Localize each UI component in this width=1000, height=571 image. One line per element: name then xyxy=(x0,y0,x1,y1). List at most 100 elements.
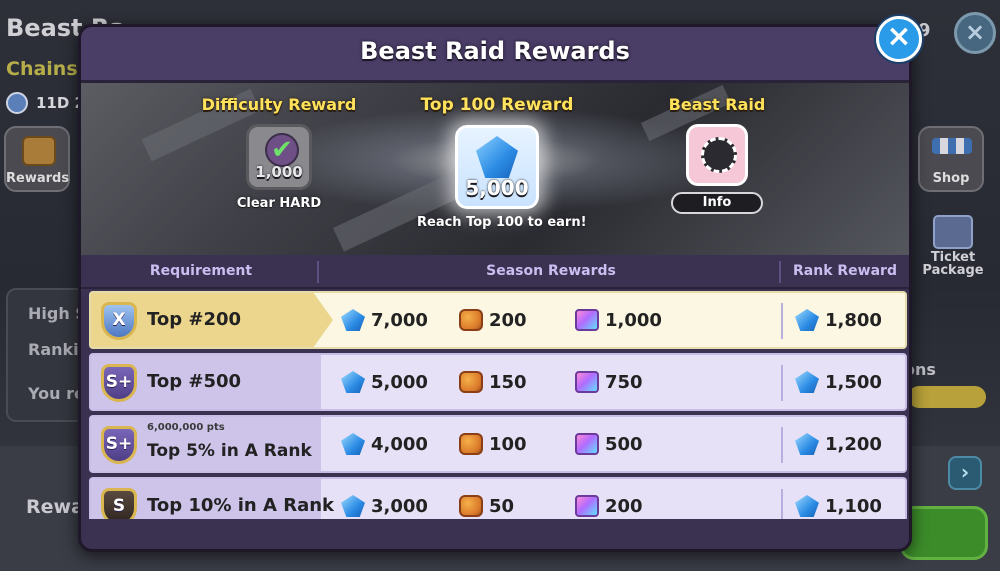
bg-bottom-label: Rewa xyxy=(26,496,84,518)
cookie-amount: 50 xyxy=(489,495,515,517)
header-requirement: Requirement xyxy=(149,263,253,279)
rewards-table-header: Requirement Season Rewards Rank Reward xyxy=(81,255,909,289)
crystal-icon xyxy=(341,371,365,393)
top100-reward-heading: Top 100 Reward xyxy=(420,95,574,115)
rank-divider xyxy=(781,489,783,519)
requirement-label: Top #200 xyxy=(147,309,242,330)
bg-rewards-button[interactable]: Rewards xyxy=(4,126,70,192)
beast-raid-info: Beast Raid Info xyxy=(647,95,787,214)
rewards-table-body[interactable]: X Top #200 7,000 200 1,000 1,800 S+ Top … xyxy=(89,291,907,519)
table-row: S+ 6,000,000 pts Top 5% in A Rank 4,000 … xyxy=(89,415,907,473)
cube-amount: 1,000 xyxy=(605,309,662,331)
rank-badge-icon: X xyxy=(101,302,137,340)
modal-title: Beast Raid Rewards xyxy=(360,37,630,65)
cube-reward: 750 xyxy=(575,371,643,393)
crystal-icon xyxy=(795,309,819,331)
cookie-cutter-icon xyxy=(459,495,483,517)
chest-icon xyxy=(22,136,56,166)
crystal-reward: 4,000 xyxy=(341,433,428,455)
requirement-cell: S Top 10% in A Rank xyxy=(91,479,334,519)
crystal-icon xyxy=(341,495,365,517)
crystal-amount: 3,000 xyxy=(371,495,428,517)
crystal-icon xyxy=(795,495,819,517)
top100-reward-tile: 5,000 xyxy=(455,125,539,209)
requirement-label: Top 10% in A Rank xyxy=(147,495,334,516)
chevron-right-icon[interactable]: › xyxy=(948,456,982,490)
crystal-icon xyxy=(476,136,518,178)
cookie-reward: 50 xyxy=(459,495,514,517)
rewards-modal: Beast Raid Rewards Difficulty Reward ✔ 1… xyxy=(78,24,912,552)
difficulty-reward-heading: Difficulty Reward xyxy=(201,95,357,114)
rank-badge-icon: S xyxy=(101,488,137,519)
modal-header: Beast Raid Rewards xyxy=(81,27,909,83)
top100-reward: Top 100 Reward 5,000 Reach Top 100 to ea… xyxy=(417,95,587,230)
requirement-label: Top 5% in A Rank xyxy=(147,441,312,461)
requirement-cell: S+ 6,000,000 pts Top 5% in A Rank xyxy=(91,417,321,471)
bg-panel-line: You re xyxy=(28,384,85,403)
cube-reward: 1,000 xyxy=(575,309,662,331)
cube-reward: 200 xyxy=(575,495,643,517)
rank-amount: 1,500 xyxy=(825,371,882,393)
table-row: S+ Top #500 5,000 150 750 1,500 xyxy=(89,353,907,411)
ticket-icon xyxy=(933,215,973,249)
table-row: S Top 10% in A Rank 3,000 50 200 1,100 xyxy=(89,477,907,519)
requirement-points: 6,000,000 pts xyxy=(147,422,225,433)
rank-divider xyxy=(781,303,783,339)
cookie-cutter-icon xyxy=(459,433,483,455)
bg-green-button[interactable] xyxy=(900,506,988,560)
crystal-amount: 5,000 xyxy=(371,371,428,393)
checkmark-icon: ✔ xyxy=(265,133,299,167)
header-rank-reward: Rank Reward xyxy=(793,263,897,279)
bg-ticket-label: Ticket Package xyxy=(922,250,984,278)
rank-reward: 1,200 xyxy=(795,433,882,455)
cookie-cutter-icon xyxy=(459,309,483,331)
cookie-amount: 150 xyxy=(489,371,527,393)
rank-reward: 1,100 xyxy=(795,495,882,517)
crystal-amount: 4,000 xyxy=(371,433,428,455)
cookie-amount: 200 xyxy=(489,309,527,331)
header-season-rewards: Season Rewards xyxy=(486,263,616,279)
rank-divider xyxy=(781,365,783,401)
info-button[interactable]: Info xyxy=(671,192,763,214)
crystal-reward: 3,000 xyxy=(341,495,428,517)
cube-icon xyxy=(575,309,599,331)
cube-icon xyxy=(575,433,599,455)
rank-reward: 1,500 xyxy=(795,371,882,393)
crystal-reward: 7,000 xyxy=(341,309,428,331)
difficulty-reward-caption: Clear HARD xyxy=(236,196,322,211)
difficulty-reward-value: 1,000 xyxy=(255,163,303,181)
requirement-label: Top #500 xyxy=(147,371,242,392)
bg-timer: 11D 2 xyxy=(6,92,85,114)
close-button[interactable]: × xyxy=(876,16,922,62)
cookie-amount: 100 xyxy=(489,433,527,455)
table-row: X Top #200 7,000 200 1,000 1,800 xyxy=(89,291,907,349)
crystal-icon xyxy=(795,371,819,393)
bg-ticket-package-button[interactable]: Ticket Package xyxy=(918,215,988,277)
cube-amount: 500 xyxy=(605,433,643,455)
top100-reward-caption: Reach Top 100 to earn! xyxy=(417,215,587,230)
crystal-icon xyxy=(795,433,819,455)
rank-amount: 1,200 xyxy=(825,433,882,455)
reward-banner: Difficulty Reward ✔ 1,000 Clear HARD Top… xyxy=(81,83,909,255)
crystal-amount: 7,000 xyxy=(371,309,428,331)
bg-shop-button[interactable]: Shop xyxy=(918,126,984,192)
bg-panel-line: Ranki xyxy=(28,340,79,359)
rank-reward: 1,800 xyxy=(795,309,882,331)
beast-raid-heading: Beast Raid xyxy=(668,95,766,114)
bg-close-icon[interactable]: × xyxy=(954,12,996,54)
bg-progress-bar xyxy=(908,386,986,408)
header-divider xyxy=(779,261,781,283)
cube-icon xyxy=(575,495,599,517)
clock-icon xyxy=(6,92,28,114)
rank-amount: 1,100 xyxy=(825,495,882,517)
cube-icon xyxy=(575,371,599,393)
cookie-cutter-icon xyxy=(459,371,483,393)
rank-divider xyxy=(781,427,783,463)
cookie-reward: 150 xyxy=(459,371,527,393)
cookie-reward: 200 xyxy=(459,309,527,331)
top100-reward-value: 5,000 xyxy=(465,176,529,200)
cookie-reward: 100 xyxy=(459,433,527,455)
requirement-cell: S+ Top #500 xyxy=(91,355,321,409)
crystal-icon xyxy=(341,309,365,331)
cube-reward: 500 xyxy=(575,433,643,455)
